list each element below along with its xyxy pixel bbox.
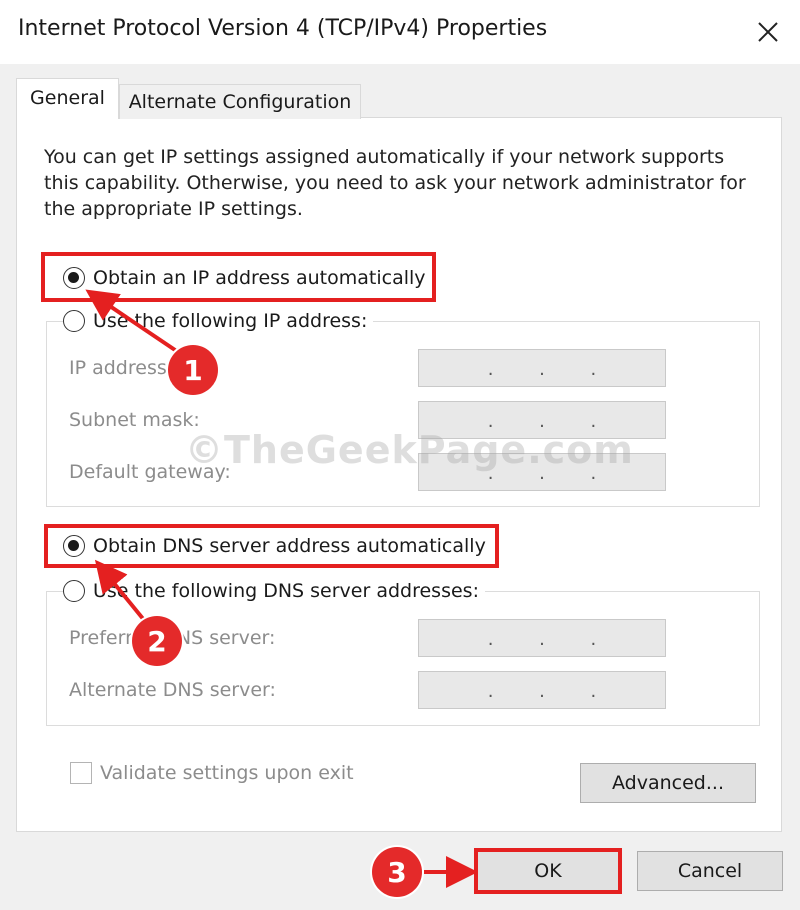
checkbox-box	[70, 762, 92, 784]
preferred-dns-field[interactable]: ...	[418, 619, 666, 657]
use-following-dns-radio[interactable]: Use the following DNS server addresses:	[63, 576, 485, 606]
ip-address-label: IP address:	[69, 357, 174, 379]
validate-settings-checkbox[interactable]: Validate settings upon exit	[70, 762, 354, 784]
window-title: Internet Protocol Version 4 (TCP/IPv4) P…	[18, 16, 548, 41]
alternate-dns-field[interactable]: ...	[418, 671, 666, 709]
validate-settings-label: Validate settings upon exit	[100, 762, 354, 784]
step-badge-3: 3	[372, 847, 422, 897]
highlight-box-ok	[474, 848, 622, 894]
radio-unchecked-icon	[63, 310, 85, 332]
close-icon[interactable]	[748, 12, 788, 52]
use-following-ip-radio[interactable]: Use the following IP address:	[63, 306, 374, 336]
alternate-dns-label: Alternate DNS server:	[69, 679, 276, 701]
step-badge-1: 1	[168, 345, 218, 395]
subnet-mask-label: Subnet mask:	[69, 409, 200, 431]
use-following-ip-label: Use the following IP address:	[93, 310, 368, 332]
radio-unchecked-icon	[63, 580, 85, 602]
step-badge-2: 2	[132, 616, 182, 666]
watermark: ©TheGeekPage.com	[185, 428, 634, 472]
ip-address-field[interactable]: ...	[418, 349, 666, 387]
highlight-box-ip-auto	[41, 252, 436, 302]
highlight-box-dns-auto	[44, 524, 499, 568]
advanced-button[interactable]: Advanced...	[580, 763, 756, 803]
cancel-button[interactable]: Cancel	[637, 851, 783, 891]
tab-general[interactable]: General	[16, 78, 119, 119]
intro-text: You can get IP settings assigned automat…	[44, 146, 746, 220]
use-following-dns-label: Use the following DNS server addresses:	[93, 580, 479, 602]
tab-alternate-configuration[interactable]: Alternate Configuration	[119, 84, 361, 119]
